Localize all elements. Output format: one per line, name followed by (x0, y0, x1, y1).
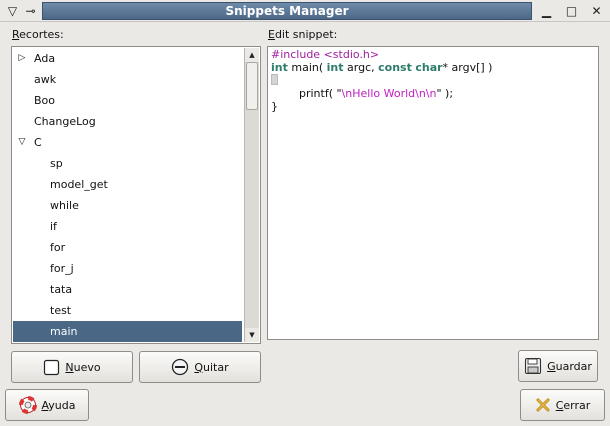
code-keyword: const (378, 61, 412, 74)
ayuda-rest: yuda (48, 398, 76, 412)
tree-item-label: for_j (50, 262, 74, 275)
snippets-tree[interactable]: ▷ Ada awk Boo ChangeLog ▽ Csp model_get while if f… (11, 46, 261, 344)
title-bar: ▽ ⊸ Snippets Manager ▁ □ ✕ (0, 0, 610, 22)
edit-snippet-label: Edit snippet: (268, 28, 337, 41)
code-text: } (271, 100, 278, 113)
nuevo-mnemonic: N (65, 360, 74, 374)
save-icon (524, 357, 542, 375)
tree-item-tata[interactable]: tata (13, 279, 242, 300)
tree-item-awk[interactable]: awk (13, 69, 242, 90)
snippets-tree-list[interactable]: ▷ Ada awk Boo ChangeLog ▽ Csp model_get while if f… (13, 48, 242, 342)
tree-item-boo[interactable]: Boo (13, 90, 242, 111)
close-icon[interactable]: ✕ (588, 3, 605, 19)
code-keyword: int (271, 61, 288, 74)
code-text: main( (287, 61, 327, 74)
expander-expanded-icon[interactable]: ▽ (17, 132, 27, 153)
remove-icon (171, 358, 189, 376)
tree-item-label: tata (50, 283, 73, 296)
guardar-mnemonic: G (547, 359, 556, 373)
code-text: " ); (436, 87, 454, 100)
code-line-1: #include <stdio.h> (271, 48, 595, 61)
guardar-rest: uardar (555, 359, 592, 373)
tree-item-for-j[interactable]: for_j (13, 258, 242, 279)
guardar-button-label: Guardar (547, 360, 592, 373)
tree-item-label: sp (50, 157, 63, 170)
scroll-down-icon[interactable]: ▼ (245, 328, 259, 342)
tree-item-label: for (50, 241, 66, 254)
tree-item-while[interactable]: while (13, 195, 242, 216)
tree-item-sp[interactable]: sp (13, 153, 242, 174)
edit-snippet-label-rest: dit snippet: (274, 28, 338, 41)
quitar-rest: uitar (203, 360, 229, 374)
tree-item-label: model_get (50, 178, 108, 191)
quitar-mnemonic: Q (194, 360, 204, 374)
window-title[interactable]: Snippets Manager (42, 2, 532, 20)
window-menu-icon[interactable]: ▽ (4, 3, 21, 19)
code-line-3 (271, 74, 595, 87)
guardar-button[interactable]: Guardar (518, 350, 598, 382)
tree-item-label: test (50, 304, 72, 317)
tree-item-label: ChangeLog (34, 115, 96, 128)
minimize-icon[interactable]: ▁ (538, 3, 555, 19)
code-text: printf( " (271, 87, 342, 100)
snippets-label-rest: ecortes: (19, 28, 64, 41)
code-line-2: int main( int argc, const char* argv[] ) (271, 61, 595, 74)
new-document-icon (43, 359, 60, 376)
tree-item-label: main (50, 325, 78, 338)
code-include-file: <stdio.h> (323, 48, 380, 61)
tree-item-label: Ada (34, 52, 56, 65)
expander-collapsed-icon[interactable]: ▷ (17, 48, 27, 69)
ayuda-button-label: Ayuda (42, 399, 76, 412)
quitar-button[interactable]: Quitar (139, 351, 261, 383)
tree-scrollbar[interactable]: ▲ ▼ (244, 48, 259, 342)
tree-item-label: awk (34, 73, 57, 86)
scroll-thumb[interactable] (246, 62, 258, 110)
pin-icon[interactable]: ⊸ (22, 3, 39, 19)
maximize-icon[interactable]: □ (563, 3, 580, 19)
snippets-label: Recortes: (12, 28, 64, 41)
code-line-5: } (271, 100, 595, 113)
tree-item-label: C (34, 136, 42, 149)
code-preprocessor: #include (271, 48, 324, 61)
code-line-4: printf( "\nHello World\n\n" ); (271, 87, 595, 100)
cerrar-rest: errar (563, 398, 591, 412)
code-keyword: int (326, 61, 344, 74)
cerrar-button-label: Cerrar (556, 399, 591, 412)
tree-item-c[interactable]: ▽ C (13, 132, 242, 153)
tree-item-main[interactable]: main (13, 321, 242, 342)
tree-item-for[interactable]: for (13, 237, 242, 258)
quitar-button-label: Quitar (194, 361, 228, 374)
tree-item-label: if (50, 220, 57, 233)
tree-item-label: while (50, 199, 79, 212)
tree-item-test[interactable]: test (13, 300, 242, 321)
edit-snippet-label-mnemonic: E (268, 28, 275, 41)
tree-item-ada[interactable]: ▷ Ada (13, 48, 242, 69)
close-x-icon (535, 397, 551, 413)
help-lifebuoy-icon (18, 396, 37, 414)
tree-item-model-get[interactable]: model_get (13, 174, 242, 195)
tree-item-changelog[interactable]: ChangeLog (13, 111, 242, 132)
tree-item-if[interactable]: if (13, 216, 242, 237)
code-text: argc, (343, 61, 379, 74)
ayuda-button[interactable]: Ayuda (5, 389, 89, 421)
cerrar-button[interactable]: Cerrar (520, 389, 605, 421)
tree-item-label: Boo (34, 94, 56, 107)
code-text: * argv[] ) (442, 61, 493, 74)
text-caret (271, 74, 278, 85)
code-keyword: char (415, 61, 443, 74)
nuevo-rest: uevo (73, 360, 101, 374)
scroll-up-icon[interactable]: ▲ (245, 48, 259, 62)
code-string: \nHello World\n\n (341, 87, 437, 100)
snippet-editor[interactable]: #include <stdio.h> int main( int argc, c… (267, 46, 599, 340)
nuevo-button-label: Nuevo (65, 361, 100, 374)
nuevo-button[interactable]: Nuevo (11, 351, 133, 383)
